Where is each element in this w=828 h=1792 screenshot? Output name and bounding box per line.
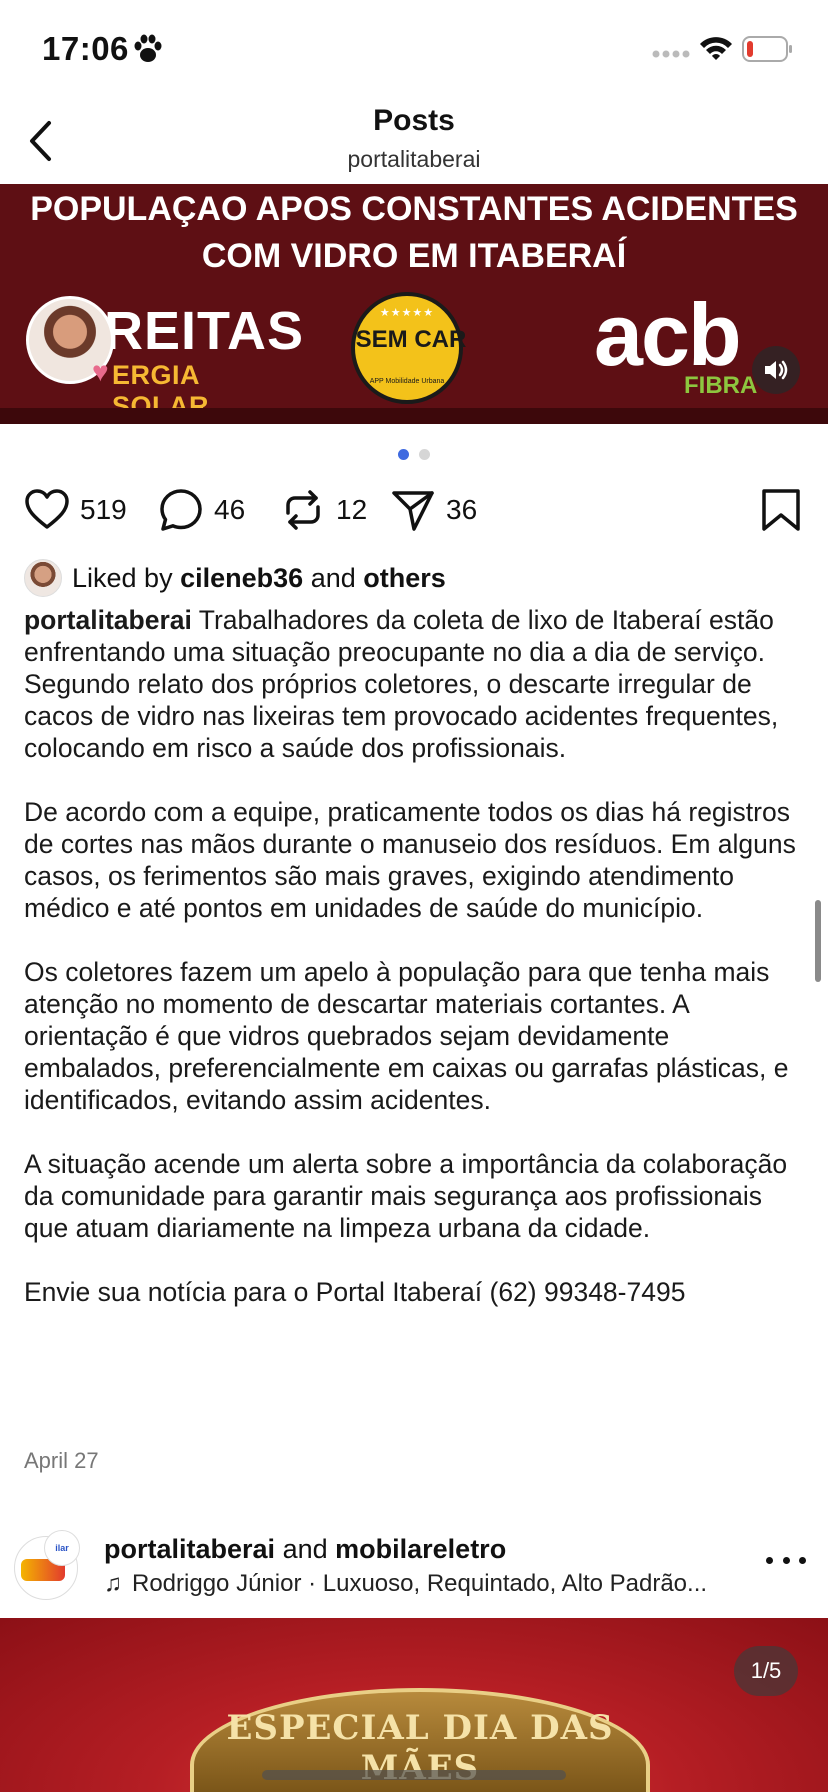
share-button[interactable]: 36	[390, 482, 477, 538]
posts-header: Posts portalitaberai	[0, 100, 828, 184]
media-headline: POPULAÇAO APOS CONSTANTES ACIDENTES COM …	[0, 186, 828, 280]
comment-icon	[160, 489, 202, 531]
sponsor-freitas-logo: REITAS ERGIA SOLAR ♥	[26, 294, 303, 421]
home-indicator[interactable]	[262, 1770, 566, 1780]
acb-text: acb	[594, 285, 742, 384]
post-actions: 519 46 12 36	[0, 482, 828, 538]
comment-button[interactable]: 46	[158, 482, 245, 538]
liked-by-user[interactable]: cileneb36	[180, 563, 303, 594]
liked-by[interactable]: Liked by cileneb36 and others	[24, 558, 446, 598]
caption-paragraph-3: Os coletores fazem um apelo à população …	[24, 957, 789, 1115]
next-post-author-2[interactable]: mobilareletro	[335, 1534, 506, 1564]
next-post-media[interactable]: ESPECIAL DIA DAS MÃES	[0, 1618, 828, 1792]
pager-dot-active	[398, 449, 409, 460]
stars-icon: ★★★★★	[379, 307, 435, 319]
carousel-pager	[398, 449, 432, 461]
caption-paragraph-2: De acordo com a equipe, praticamente tod…	[24, 797, 796, 923]
dot-icon	[799, 1556, 806, 1564]
share-count: 36	[446, 494, 478, 525]
heart-icon: ♥	[92, 356, 109, 387]
next-post-avatar-2[interactable]: ilar	[44, 1530, 80, 1566]
caption-paragraph-5: Envie sua notícia para o Portal Itaberaí…	[24, 1277, 686, 1307]
liked-by-others[interactable]: others	[363, 563, 446, 594]
music-note-icon: ♫	[104, 1570, 122, 1597]
media-headline-line2: COM VIDRO EM ITABERAÍ	[201, 237, 627, 275]
speaker-icon	[765, 360, 788, 380]
page-subtitle[interactable]: portalitaberai	[0, 146, 828, 173]
scrollbar[interactable]	[815, 900, 821, 982]
caption-paragraph-1: portalitaberai Trabalhadores da coleta d…	[24, 604, 804, 764]
battery-icon	[742, 36, 792, 62]
sound-button[interactable]	[752, 346, 800, 394]
post-caption: portalitaberai Trabalhadores da coleta d…	[24, 604, 804, 1308]
like-count: 519	[80, 494, 127, 525]
wifi-icon	[700, 37, 732, 60]
carousel-page-badge: 1/5	[734, 1646, 798, 1696]
next-post-conj: and	[282, 1534, 328, 1564]
fibra-text: FIBRA	[684, 372, 758, 399]
send-icon	[392, 491, 434, 531]
dot-icon	[766, 1556, 773, 1564]
sponsor-semcar-logo: ★★★★★ SEM CAR APP Mobilidade Urbana	[351, 292, 466, 404]
status-time: 17:06	[42, 30, 129, 67]
heart-icon	[25, 489, 69, 529]
sponsor-acb-logo: acb FIBRA	[590, 285, 770, 404]
paw-icon	[134, 34, 162, 62]
liked-by-avatar	[24, 559, 62, 597]
like-button[interactable]: 519	[24, 482, 127, 538]
liked-by-middle: and	[310, 562, 356, 593]
freitas-text: REITAS	[104, 301, 305, 361]
media-headline-line1: POPULAÇAO APOS CONSTANTES ACIDENTES	[30, 190, 798, 228]
repost-icon	[286, 490, 320, 530]
status-bar: 17:06	[0, 0, 828, 100]
liked-by-prefix: Liked by	[72, 562, 173, 593]
caption-paragraph-4: A situação acende um alerta sobre a impo…	[24, 1149, 788, 1243]
semcar-text: SEM CAR	[355, 326, 467, 353]
page-title: Posts	[373, 104, 455, 137]
save-button[interactable]	[758, 482, 804, 538]
next-post-music[interactable]: ♫ Rodriggo Júnior · Luxuoso, Requintado,…	[104, 1570, 744, 1598]
post-date: April 27	[24, 1448, 99, 1473]
comment-count: 46	[214, 494, 246, 525]
media-bottom-strip	[0, 408, 828, 424]
next-post-header: ilar portalitaberai and mobilareletro ♫ …	[0, 1522, 828, 1618]
pager-dot	[419, 449, 430, 460]
signal-icon	[652, 50, 690, 58]
bookmark-icon	[762, 489, 800, 531]
next-post-author-1[interactable]: portalitaberai	[104, 1534, 275, 1564]
music-label: Rodriggo Júnior · Luxuoso, Requintado, A…	[132, 1570, 708, 1597]
next-post-authors: portalitaberai and mobilareletro	[104, 1534, 506, 1565]
semcar-subtext: APP Mobilidade Urbana	[369, 378, 445, 385]
repost-count: 12	[336, 494, 368, 525]
dot-icon	[782, 1556, 790, 1564]
post-media[interactable]: POPULAÇAO APOS CONSTANTES ACIDENTES COM …	[0, 184, 828, 424]
caption-author[interactable]: portalitaberai	[24, 605, 192, 635]
more-options-button[interactable]	[766, 1550, 806, 1570]
repost-button[interactable]: 12	[280, 482, 367, 538]
